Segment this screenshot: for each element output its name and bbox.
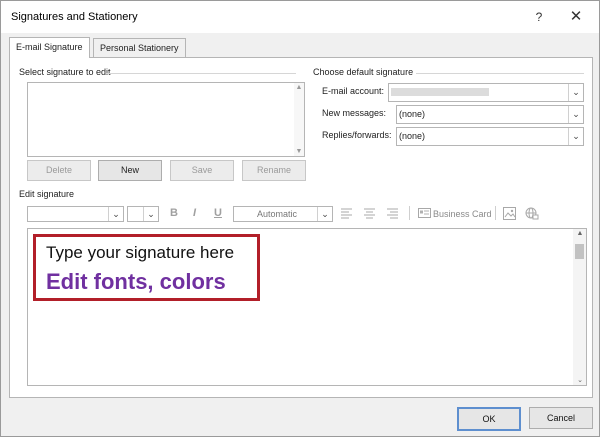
new-messages-label: New messages:	[322, 108, 387, 118]
replies-forwards-label: Replies/forwards:	[322, 130, 392, 140]
editor-scrollbar[interactable]: ▲ ⌄	[573, 229, 586, 385]
replies-forwards-dropdown[interactable]: (none) ⌄	[396, 127, 584, 146]
email-account-label: E-mail account:	[322, 86, 385, 96]
chevron-down-icon[interactable]: ⌄	[108, 207, 123, 221]
new-messages-dropdown[interactable]: (none) ⌄	[396, 105, 584, 124]
cancel-button[interactable]: Cancel	[529, 407, 593, 429]
new-messages-value: (none)	[399, 109, 426, 119]
annotation-box: Type your signature here Edit fonts, col…	[33, 234, 260, 301]
scroll-thumb[interactable]	[575, 244, 584, 259]
signature-list[interactable]: ▲ ▼	[27, 82, 305, 157]
business-card-label[interactable]: Business Card	[433, 209, 492, 219]
close-button[interactable]: ✕	[567, 8, 585, 26]
chevron-down-icon[interactable]: ⌄	[568, 128, 583, 145]
scroll-up-icon[interactable]: ▲	[575, 230, 585, 237]
group-divider	[416, 73, 584, 74]
signature-line-2: Edit fonts, colors	[46, 269, 226, 294]
save-button[interactable]: Save	[170, 160, 234, 181]
business-card-icon[interactable]	[418, 208, 431, 218]
help-button[interactable]: ?	[530, 8, 548, 26]
signatures-dialog: Signatures and Stationery ? ✕ E-mail Sig…	[0, 0, 600, 437]
email-account-value	[391, 88, 489, 96]
rename-button[interactable]: Rename	[242, 160, 306, 181]
toolbar-separator	[495, 206, 496, 220]
italic-button[interactable]: I	[193, 207, 196, 219]
font-size-dropdown[interactable]: ⌄	[127, 206, 159, 222]
select-signature-label: Select signature to edit	[19, 67, 111, 77]
align-left-icon[interactable]	[341, 208, 353, 219]
tab-panel: Select signature to edit ▲ ▼ Delete New …	[9, 57, 593, 398]
toolbar-separator	[409, 206, 410, 220]
scroll-up-icon[interactable]: ▲	[294, 84, 304, 91]
tab-personal-stationery[interactable]: Personal Stationery	[93, 38, 186, 57]
scroll-down-icon[interactable]: ⌄	[575, 376, 585, 384]
ok-button[interactable]: OK	[457, 407, 521, 431]
signature-line-1: Type your signature here	[46, 243, 235, 262]
delete-button[interactable]: Delete	[27, 160, 91, 181]
underline-button[interactable]: U	[214, 207, 222, 219]
font-dropdown[interactable]: ⌄	[27, 206, 124, 222]
new-button[interactable]: New	[98, 160, 162, 181]
chevron-down-icon[interactable]: ⌄	[568, 106, 583, 123]
email-account-dropdown[interactable]: ⌄	[388, 83, 584, 102]
chevron-down-icon[interactable]: ⌄	[568, 84, 583, 101]
dialog-title: Signatures and Stationery	[11, 11, 138, 23]
font-color-dropdown[interactable]: Automatic ⌄	[233, 206, 333, 222]
chevron-down-icon[interactable]: ⌄	[317, 207, 332, 221]
group-divider	[106, 73, 296, 74]
signature-editor[interactable]: Type your signature here Edit fonts, col…	[27, 228, 587, 386]
insert-picture-icon[interactable]	[503, 207, 516, 220]
replies-forwards-value: (none)	[399, 131, 426, 141]
signature-list-scrollbar[interactable]: ▲ ▼	[294, 83, 304, 156]
title-bar: Signatures and Stationery ? ✕	[1, 1, 599, 33]
align-center-icon[interactable]	[364, 208, 376, 219]
font-color-value: Automatic	[257, 209, 298, 219]
tab-email-signature[interactable]: E-mail Signature	[9, 37, 90, 58]
align-right-icon[interactable]	[387, 208, 399, 219]
scroll-down-icon[interactable]: ▼	[294, 148, 304, 155]
bold-button[interactable]: B	[170, 207, 178, 219]
insert-hyperlink-icon[interactable]	[525, 207, 539, 220]
chevron-down-icon[interactable]: ⌄	[143, 207, 158, 221]
edit-signature-label: Edit signature	[19, 189, 75, 199]
default-signature-label: Choose default signature	[313, 67, 414, 77]
